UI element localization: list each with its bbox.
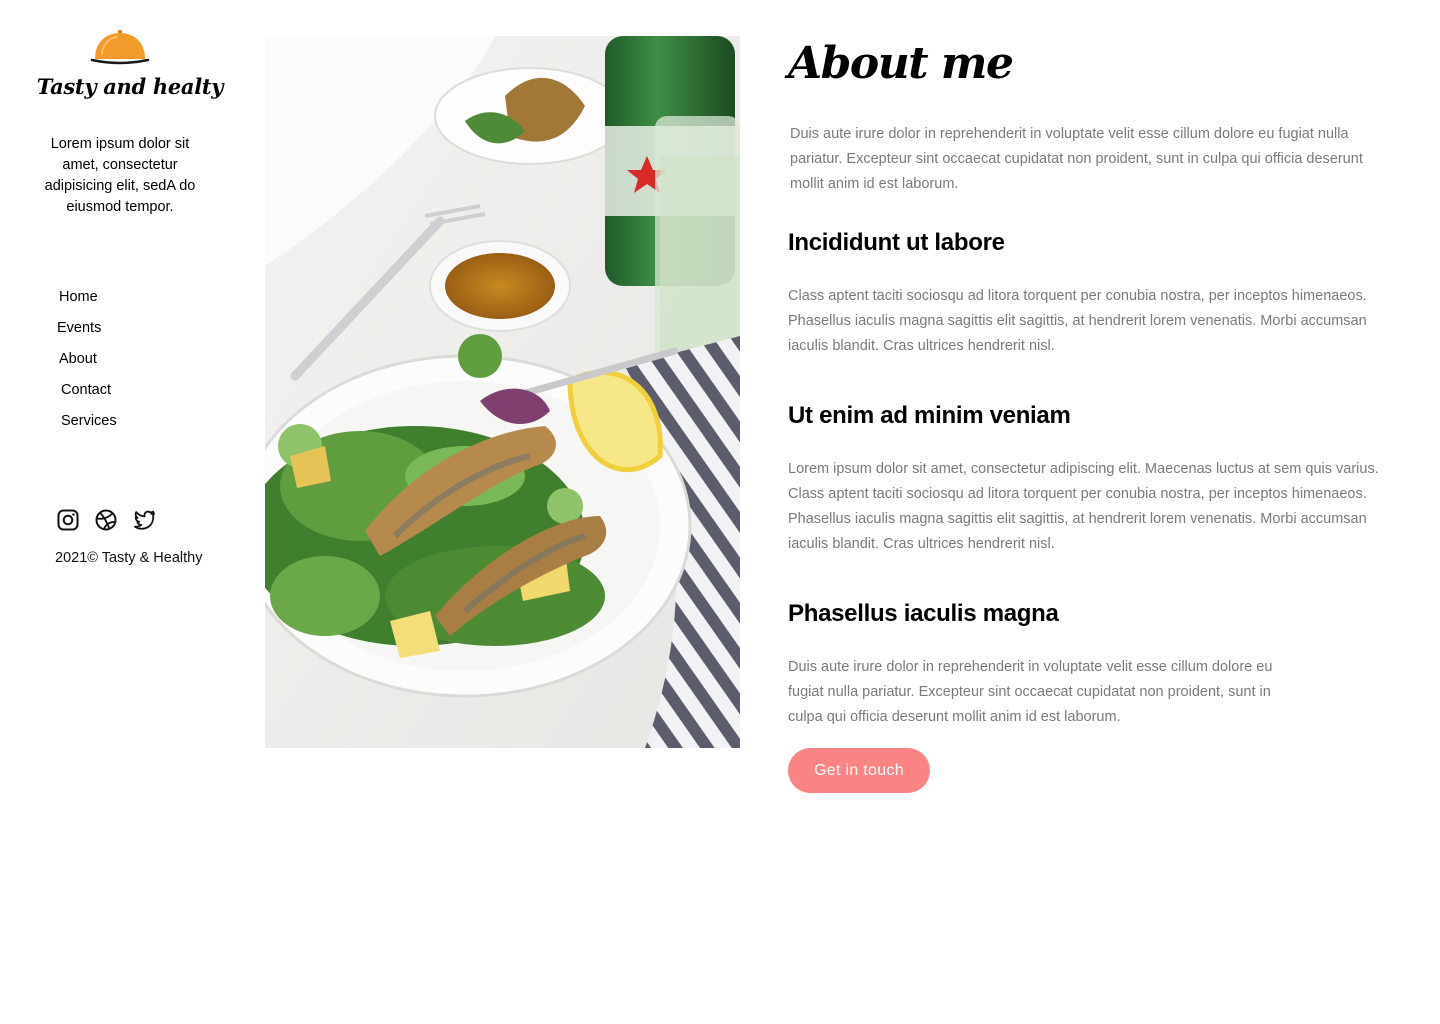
twitter-icon[interactable] — [132, 508, 156, 532]
instagram-icon[interactable] — [56, 508, 80, 532]
nav-item-events[interactable]: Events — [57, 320, 101, 336]
nav-item-about[interactable]: About — [59, 351, 97, 367]
food-cloche-icon — [90, 30, 150, 65]
salad-plate-photo — [265, 36, 740, 748]
section-body-phasellus: Duis aute irure dolor in reprehenderit i… — [788, 659, 1273, 725]
nav-item-contact[interactable]: Contact — [61, 382, 111, 398]
sidebar: Tasty and healty Lorem ipsum dolor sit a… — [0, 0, 250, 1024]
brand-tagline: Lorem ipsum dolor sit amet, consectetur … — [44, 136, 196, 215]
section-body-incididunt: Class aptent taciti sociosqu ad litora t… — [788, 288, 1367, 354]
section-title-ut-enim: Ut enim ad minim veniam — [788, 402, 1071, 429]
section-title-incididunt: Incididunt ut labore — [788, 229, 1005, 256]
social-links — [56, 508, 176, 532]
brand-name: Tasty and healty — [36, 74, 224, 99]
page-title: About me — [788, 38, 1014, 89]
copyright-text: 2021© Tasty & Healthy — [55, 550, 203, 566]
intro-text: Duis aute irure dolor in reprehenderit i… — [790, 126, 1363, 192]
section-body-ut-enim: Lorem ipsum dolor sit amet, consectetur … — [788, 461, 1379, 552]
nav-item-home[interactable]: Home — [59, 289, 98, 305]
nav-item-services[interactable]: Services — [61, 413, 117, 429]
section-title-phasellus: Phasellus iaculis magna — [788, 600, 1059, 627]
get-in-touch-button[interactable]: Get in touch — [788, 748, 930, 793]
dribbble-icon[interactable] — [94, 508, 118, 532]
about-page: Tasty and healty Lorem ipsum dolor sit a… — [0, 0, 1440, 1024]
